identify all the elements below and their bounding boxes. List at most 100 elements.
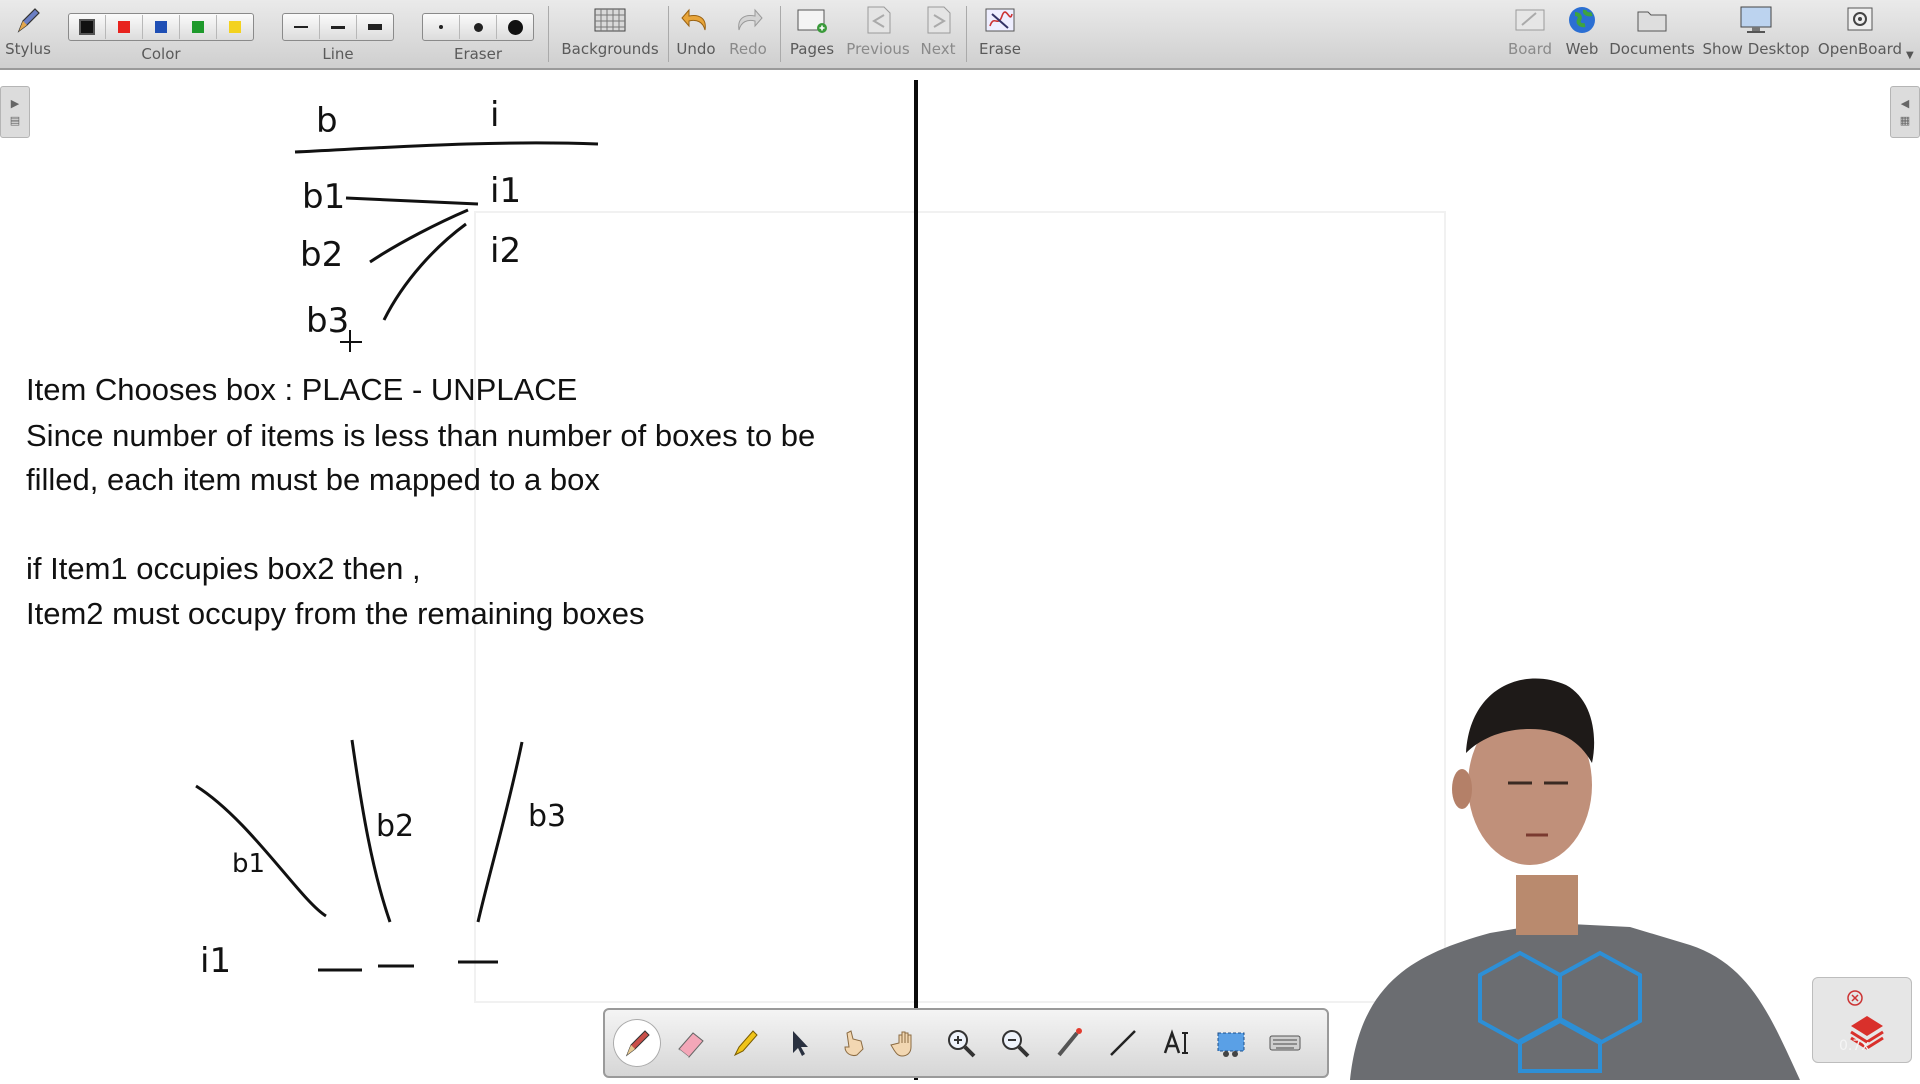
capture-tool-button[interactable] [1207,1019,1255,1067]
typed-line-1: Item Chooses box : PLACE - UNPLACE [26,372,578,407]
typed-line-3: filled, each item must be mapped to a bo… [26,462,600,497]
zoom-in-tool-button[interactable] [937,1019,985,1067]
backgrounds-label: Backgrounds [561,40,659,58]
eraser-large-button[interactable] [497,15,533,39]
board-button[interactable]: Board [1504,4,1556,64]
typed-line-2: Since number of items is less than numbe… [26,418,816,453]
line-thin-button[interactable] [283,15,320,39]
hw-link-b2-i1 [369,208,469,264]
close-icon[interactable] [1847,990,1863,1006]
toolbar-divider [780,6,781,62]
documents-button[interactable]: Documents [1609,4,1695,64]
color-green-button[interactable] [180,15,217,39]
hw-low-b2: b2 [376,809,414,844]
floating-zoom-widget[interactable]: 0.7x [1812,977,1912,1063]
laser-pointer-icon [1057,1028,1082,1057]
monitor-icon [1738,4,1774,36]
folder-icon [1634,4,1670,36]
previous-label: Previous [846,40,910,58]
openboard-label: OpenBoard [1817,40,1903,58]
globe-icon [1564,4,1600,36]
show-desktop-label: Show Desktop [1702,40,1810,58]
pen-tool-button[interactable] [613,1019,661,1067]
line-label: Line [322,45,354,63]
web-button[interactable]: Web [1562,4,1602,64]
hw-b2: b2 [300,235,343,275]
keyboard-icon [1269,1035,1301,1051]
color-blue-button[interactable] [143,15,180,39]
capture-icon [1217,1032,1245,1057]
previous-button[interactable]: Previous [842,4,914,64]
pen-icon [625,1030,650,1057]
board-icon [1512,4,1548,36]
eraser-label: Eraser [453,45,503,63]
hand-icon [890,1031,912,1057]
redo-label: Redo [729,40,767,58]
stylus-icon [10,4,46,36]
keyboard-tool-button[interactable] [1261,1019,1309,1067]
tool-palette [603,1008,1329,1078]
eraser-size-palette [422,13,534,41]
hw-header-i: i [490,95,499,135]
erase-label: Erase [979,40,1021,58]
interact-icon [844,1030,864,1056]
typed-line-5: Item2 must occupy from the remaining box… [26,596,645,631]
laser-pointer-tool-button[interactable] [1045,1019,1093,1067]
color-palette [68,13,254,41]
undo-icon [678,4,714,36]
stylus-label: Stylus [5,40,51,58]
redo-button[interactable]: Redo [724,4,772,64]
marker-tool-button[interactable] [721,1019,769,1067]
color-label: Color [141,45,181,63]
undo-button[interactable]: Undo [672,4,720,64]
hw-i1: i1 [490,171,521,211]
redo-icon [730,4,766,36]
typed-line-4: if Item1 occupies box2 then , [26,551,421,586]
hw-low-b3: b3 [528,799,566,834]
openboard-menu-chevron-icon[interactable]: ▼ [1906,50,1914,61]
hw-line-b3 [476,741,524,923]
backgrounds-button[interactable]: Backgrounds [560,4,660,64]
main-toolbar: Stylus Color Line Eraser Backgrounds Und… [0,0,1920,70]
marker-icon [733,1030,758,1057]
documents-label: Documents [1609,40,1695,58]
zoom-out-tool-button[interactable] [991,1019,1039,1067]
eraser-tool-button[interactable] [667,1019,715,1067]
selector-tool-button[interactable] [775,1019,823,1067]
gear-icon [1842,4,1878,36]
web-label: Web [1565,40,1599,58]
eraser-icon [678,1032,704,1058]
zoom-in-icon [948,1030,976,1058]
color-red-button[interactable] [106,15,143,39]
toolbar-divider [548,6,549,62]
hw-low-i1: i1 [200,941,231,981]
color-yellow-button[interactable] [217,15,253,39]
text-tool-button[interactable] [1153,1019,1201,1067]
pages-button[interactable]: Pages [788,4,836,64]
hw-i2: i2 [490,231,521,271]
color-black-button[interactable] [69,15,106,39]
eraser-small-button[interactable] [423,15,460,39]
toolbar-divider [668,6,669,62]
line-thick-button[interactable] [357,15,393,39]
stylus-button[interactable]: Stylus [4,4,52,64]
erase-board-icon [982,4,1018,36]
line-group: Line [280,4,396,64]
interact-tool-button[interactable] [829,1019,877,1067]
zoom-out-icon [1002,1030,1030,1058]
openboard-button[interactable]: OpenBoard [1818,4,1902,64]
hw-header-underline [294,141,599,154]
show-desktop-button[interactable]: Show Desktop [1702,4,1810,64]
erase-button[interactable]: Erase [976,4,1024,64]
next-label: Next [920,40,956,58]
next-button[interactable]: Next [918,4,958,64]
eraser-group: Eraser [420,4,536,64]
hw-slot-dashes [318,960,498,972]
line-tool-button[interactable] [1099,1019,1147,1067]
toolbar-divider [966,6,967,62]
eraser-medium-button[interactable] [460,15,497,39]
widget-zoom-label: 0.7x [1839,1038,1870,1054]
hand-tool-button[interactable] [883,1019,931,1067]
line-medium-button[interactable] [320,15,357,39]
board-label: Board [1507,40,1553,58]
